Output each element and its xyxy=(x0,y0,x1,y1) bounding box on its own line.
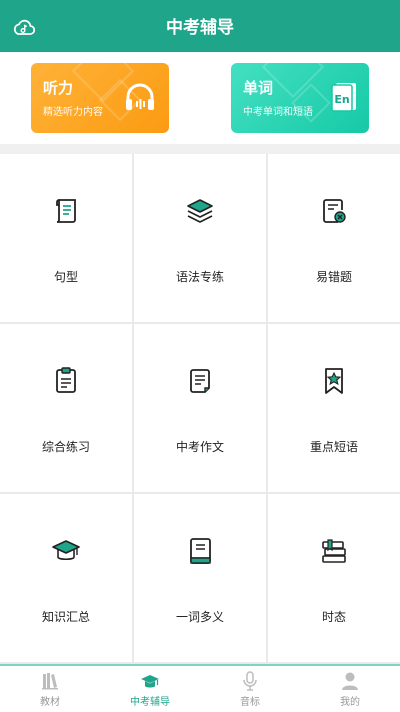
listening-card-title: 听力 xyxy=(43,79,74,97)
vocabulary-card-title: 单词 xyxy=(243,79,274,97)
grid-item-common-mistakes[interactable]: 易错题 xyxy=(268,154,400,322)
tab-label: 教材 xyxy=(40,697,60,708)
star-bookmark-icon xyxy=(325,368,343,394)
tab-label: 音标 xyxy=(240,697,260,708)
section-divider xyxy=(0,144,400,154)
layers-icon xyxy=(187,199,213,223)
microphone-icon xyxy=(243,671,257,691)
feature-grid: 句型 语法专练 易错题 综合练习 中考作文 重点短语 知识汇总 一词多义 时态 xyxy=(0,154,400,664)
en-badge: En xyxy=(334,93,349,106)
scroll-icon xyxy=(56,199,76,223)
graduation-cap-icon xyxy=(141,675,159,688)
banner-row: 听力 精选听力内容 单词 中考单词和短语 En xyxy=(0,52,400,144)
grid-item-label: 中考作文 xyxy=(175,440,224,454)
books-stack-icon xyxy=(322,539,346,563)
clipboard-icon xyxy=(56,367,76,393)
grid-item-label: 句型 xyxy=(53,270,78,284)
grid-item-grammar[interactable]: 语法专练 xyxy=(134,154,266,322)
essay-doc-icon xyxy=(190,369,210,393)
vocabulary-card[interactable]: 单词 中考单词和短语 En xyxy=(231,63,369,133)
vocabulary-card-subtitle: 中考单词和短语 xyxy=(243,107,313,118)
grid-item-knowledge-summary[interactable]: 知识汇总 xyxy=(0,494,132,662)
headphones-icon xyxy=(126,83,154,110)
grid-item-label: 时态 xyxy=(321,610,346,624)
tab-exam-guide[interactable]: 中考辅导 xyxy=(100,666,200,712)
grid-item-label: 易错题 xyxy=(315,270,352,284)
grid-item-polysemy[interactable]: 一词多义 xyxy=(134,494,266,662)
graduation-cap-icon xyxy=(52,540,80,561)
textbook-icon xyxy=(42,673,58,690)
tab-profile[interactable]: 我的 xyxy=(300,666,400,712)
grid-item-sentence-patterns[interactable]: 句型 xyxy=(0,154,132,322)
grid-item-label: 重点短语 xyxy=(309,440,358,454)
tab-textbook[interactable]: 教材 xyxy=(0,666,100,712)
user-icon xyxy=(342,672,358,690)
grid-item-practice[interactable]: 综合练习 xyxy=(0,324,132,492)
page-title: 中考辅导 xyxy=(166,18,234,38)
app-header: 中考辅导 xyxy=(0,0,400,52)
tab-label: 中考辅导 xyxy=(130,697,170,708)
grid-item-label: 一词多义 xyxy=(175,610,224,624)
book-icon xyxy=(190,538,211,564)
grid-item-label: 知识汇总 xyxy=(41,610,90,624)
grid-item-tenses[interactable]: 时态 xyxy=(268,494,400,662)
wrong-doc-icon xyxy=(323,199,346,223)
en-book-icon: En xyxy=(331,83,356,112)
tab-phonetics[interactable]: 音标 xyxy=(200,666,300,712)
listening-card-subtitle: 精选听力内容 xyxy=(43,107,103,118)
tab-label: 我的 xyxy=(340,697,360,708)
grid-item-essay[interactable]: 中考作文 xyxy=(134,324,266,492)
grid-item-label: 综合练习 xyxy=(41,440,90,454)
grid-item-key-phrases[interactable]: 重点短语 xyxy=(268,324,400,492)
grid-item-label: 语法专练 xyxy=(175,270,224,284)
bottom-tab-bar: 教材 中考辅导 音标 我的 xyxy=(0,664,400,712)
listening-card[interactable]: 听力 精选听力内容 xyxy=(31,63,169,133)
